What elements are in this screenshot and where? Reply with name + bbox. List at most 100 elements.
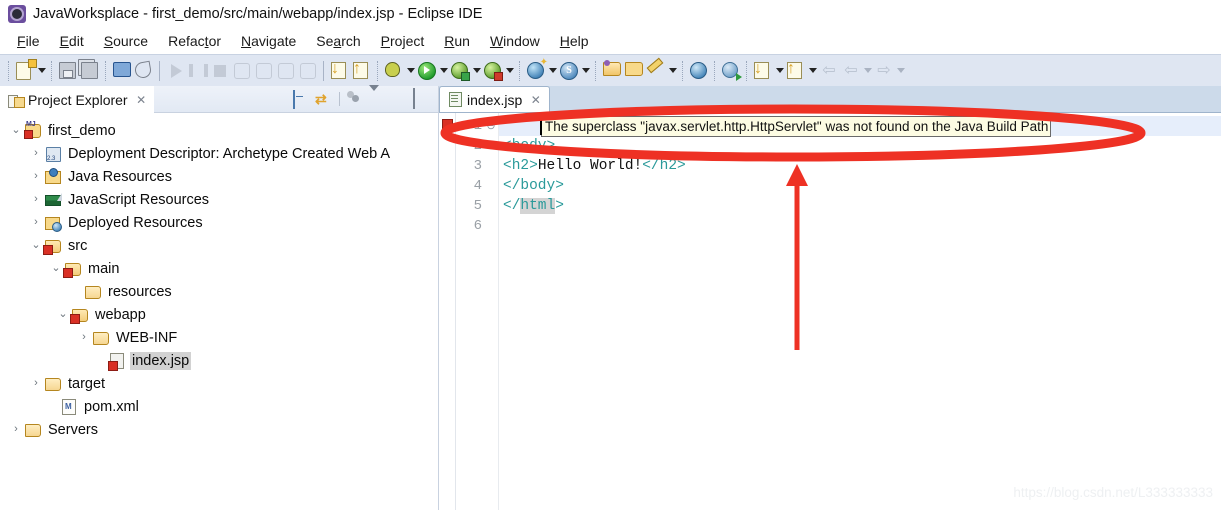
back-dropdown-arrow[interactable] xyxy=(862,60,873,82)
tree-item-javascript-resources[interactable]: › JavaScript Resources xyxy=(0,188,438,211)
menu-navigate[interactable]: Navigate xyxy=(232,31,305,51)
fold-toggle[interactable]: ⊖ xyxy=(484,136,498,156)
step-over-icon[interactable] xyxy=(275,60,297,82)
back-history-icon[interactable]: ⇦ xyxy=(818,60,840,82)
forward-dropdown-arrow[interactable] xyxy=(895,60,906,82)
open-console-icon[interactable] xyxy=(111,60,133,82)
step-into-icon[interactable] xyxy=(253,60,275,82)
stop-server-dropdown-arrow[interactable] xyxy=(504,60,515,82)
code-line-5[interactable]: </html> xyxy=(499,196,1221,216)
error-marker-icon[interactable] xyxy=(442,119,453,130)
minimize-icon[interactable] xyxy=(391,91,408,108)
view-menu-icon[interactable] xyxy=(369,84,386,108)
code-text[interactable]: <body> <h2>Hello World!</h2> </body> </h… xyxy=(499,113,1221,510)
debug-icon[interactable] xyxy=(383,60,405,82)
tree-item-pom-xml[interactable]: › pom.xml xyxy=(0,395,438,418)
run-server-icon[interactable] xyxy=(449,60,471,82)
tree-item-main[interactable]: ⌄ main xyxy=(0,257,438,280)
new-class-dropdown-arrow[interactable] xyxy=(580,60,591,82)
search-icon[interactable] xyxy=(720,60,742,82)
tree-item-index-jsp[interactable]: › index.jsp xyxy=(0,349,438,372)
disconnect-icon[interactable] xyxy=(231,60,253,82)
annotation-ruler[interactable] xyxy=(439,113,456,510)
tree-item-deployed-resources[interactable]: › Deployed Resources xyxy=(0,211,438,234)
suspend-icon[interactable] xyxy=(187,60,209,82)
tree-item-src[interactable]: ⌄ src xyxy=(0,234,438,257)
menu-run[interactable]: Run xyxy=(435,31,479,51)
twisty-collapsed-icon[interactable]: › xyxy=(28,142,44,165)
maximize-icon[interactable] xyxy=(413,87,430,109)
close-icon[interactable]: ✕ xyxy=(135,93,148,107)
code-line-4[interactable]: </body> xyxy=(499,176,1221,196)
forward-icon[interactable]: ⇨ xyxy=(873,60,895,82)
run-dropdown-arrow[interactable] xyxy=(438,60,449,82)
twisty-expanded-icon[interactable]: ⌄ xyxy=(28,234,44,257)
debug-dropdown-arrow[interactable] xyxy=(405,60,416,82)
next-annotation-icon[interactable] xyxy=(329,60,351,82)
twisty-collapsed-icon[interactable]: › xyxy=(8,418,24,441)
next-edit-dropdown-arrow[interactable] xyxy=(807,60,818,82)
new-dropdown-arrow[interactable] xyxy=(36,60,47,82)
menu-refactor[interactable]: Refactor xyxy=(159,31,230,51)
open-type-icon[interactable] xyxy=(601,59,623,82)
resume-icon[interactable] xyxy=(165,60,187,82)
menu-window[interactable]: Window xyxy=(481,31,549,51)
open-web-browser-icon[interactable] xyxy=(688,60,710,82)
editor-body[interactable]: 1 2 3 4 5 6 ⊖ ⊖ <body> <h2>Hello World!<… xyxy=(439,113,1221,510)
previous-edit-dropdown-arrow[interactable] xyxy=(774,60,785,82)
terminate-icon[interactable] xyxy=(209,60,231,82)
menu-project[interactable]: Project xyxy=(372,31,434,51)
new-class-icon[interactable]: S xyxy=(558,60,580,82)
new-project-icon[interactable]: ✦ xyxy=(525,57,548,82)
code-line-6[interactable] xyxy=(499,216,1221,236)
close-icon[interactable]: ✕ xyxy=(529,93,542,107)
twisty-collapsed-icon[interactable]: › xyxy=(28,372,44,395)
next-edit-icon[interactable] xyxy=(785,60,807,82)
twisty-collapsed-icon[interactable]: › xyxy=(28,165,44,188)
focus-on-active-task-icon[interactable] xyxy=(347,91,364,108)
menu-source[interactable]: Source xyxy=(95,31,157,51)
previous-edit-icon[interactable] xyxy=(752,60,774,82)
twisty-collapsed-icon[interactable]: › xyxy=(28,211,44,234)
save-all-icon[interactable] xyxy=(79,60,101,82)
open-package-icon[interactable] xyxy=(623,60,645,82)
menu-help[interactable]: Help xyxy=(551,31,598,51)
maven-web-project-icon: M J xyxy=(24,121,42,139)
tree-item-first_demo[interactable]: ⌄ M J first_demo xyxy=(0,119,438,142)
menu-edit[interactable]: Edit xyxy=(51,31,93,51)
pencil-icon[interactable] xyxy=(645,57,667,82)
tree-item-deployment-descriptor[interactable]: › Deployment Descriptor: Archetype Creat… xyxy=(0,142,438,165)
run-server-dropdown-arrow[interactable] xyxy=(471,60,482,82)
tab-project-explorer[interactable]: Project Explorer ✕ xyxy=(0,85,154,113)
collapse-all-icon[interactable] xyxy=(293,89,310,109)
tree-item-resources[interactable]: › resources xyxy=(0,280,438,303)
tree-item-web-inf[interactable]: › WEB-INF xyxy=(0,326,438,349)
twisty-expanded-icon[interactable]: ⌄ xyxy=(55,303,71,326)
new-wizard-icon[interactable] xyxy=(14,60,36,82)
twisty-collapsed-icon[interactable]: › xyxy=(28,188,44,211)
tree-item-java-resources[interactable]: › Java Resources xyxy=(0,165,438,188)
link-with-editor-icon[interactable]: ⇄ xyxy=(315,91,332,108)
code-line-2[interactable]: <body> xyxy=(499,136,1221,156)
menu-file[interactable]: File xyxy=(8,31,49,51)
save-icon[interactable] xyxy=(57,60,79,82)
tab-index-jsp[interactable]: index.jsp ✕ xyxy=(439,86,551,112)
tree-item-servers[interactable]: › Servers xyxy=(0,418,438,441)
tree-item-target[interactable]: › target xyxy=(0,372,438,395)
previous-annotation-icon[interactable] xyxy=(351,60,373,82)
back-icon[interactable]: ⇦ xyxy=(840,60,862,82)
tree-item-webapp[interactable]: ⌄ webapp xyxy=(0,303,438,326)
folding-ruler[interactable]: ⊖ ⊖ xyxy=(484,113,499,510)
pencil-dropdown-arrow[interactable] xyxy=(667,60,678,82)
code-line-3[interactable]: <h2>Hello World!</h2> xyxy=(499,156,1221,176)
stop-server-icon[interactable] xyxy=(482,60,504,82)
fold-toggle[interactable]: ⊖ xyxy=(484,116,498,136)
new-project-dropdown-arrow[interactable] xyxy=(547,60,558,82)
step-return-icon[interactable] xyxy=(297,60,319,82)
menu-search[interactable]: Search xyxy=(307,31,369,51)
toggle-mark-occurrences-icon[interactable] xyxy=(133,60,155,82)
twisty-expanded-icon[interactable]: ⌄ xyxy=(48,257,64,280)
run-icon[interactable] xyxy=(416,60,438,82)
twisty-collapsed-icon[interactable]: › xyxy=(76,326,92,349)
twisty-expanded-icon[interactable]: ⌄ xyxy=(8,119,24,142)
